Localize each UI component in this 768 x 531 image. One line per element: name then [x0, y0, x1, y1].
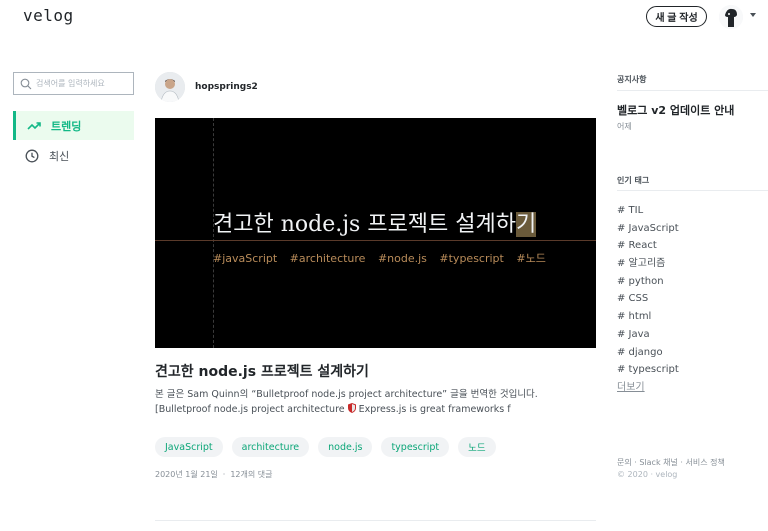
popular-tag[interactable]: # React — [617, 237, 679, 255]
post-comment-count: 12개의 댓글 — [230, 470, 273, 479]
thumbnail-tags: #javaScript #architecture #node.js #type… — [213, 250, 555, 266]
post-tags: JavaScript architecture node.js typescri… — [155, 437, 496, 457]
notice-heading: 공지사항 — [617, 75, 647, 84]
tag-chip[interactable]: typescript — [381, 437, 450, 457]
popular-tag[interactable]: # Java — [617, 326, 679, 344]
post-date: 2020년 1월 21일 — [155, 470, 218, 479]
search-icon — [20, 78, 32, 89]
velog-logo[interactable]: velog — [23, 6, 74, 25]
nav-trending[interactable]: 트렌딩 — [13, 111, 134, 140]
thumbnail-tag: #javaScript — [213, 252, 278, 265]
tag-chip[interactable]: 노드 — [458, 437, 496, 457]
tag-chip[interactable]: architecture — [231, 437, 310, 457]
shield-emoji-icon — [347, 403, 356, 413]
thumbnail-tag: #노드 — [516, 252, 546, 265]
meta-separator: · — [222, 470, 226, 479]
popular-tags-heading: 인기 태그 — [617, 176, 650, 185]
popular-tag[interactable]: # html — [617, 308, 679, 326]
more-tags-link[interactable]: 더보기 — [617, 378, 645, 393]
tag-chip[interactable]: JavaScript — [155, 437, 223, 457]
notice-divider — [617, 90, 768, 91]
clock-icon — [25, 149, 39, 162]
author-photo-icon — [155, 72, 185, 102]
popular-tag[interactable]: # CSS — [617, 290, 679, 308]
post-meta: 2020년 1월 21일 · 12개의 댓글 — [155, 469, 273, 480]
tag-chip[interactable]: node.js — [318, 437, 373, 457]
nav-recent[interactable]: 최신 — [13, 141, 134, 170]
thumbnail-tag: #architecture — [289, 252, 366, 265]
post-title[interactable]: 견고한 node.js 프로젝트 설계하기 — [155, 361, 369, 381]
popular-tags-list: # TIL # JavaScript # React # 알고리즘 # pyth… — [617, 202, 679, 379]
new-post-button[interactable]: 새 글 작성 — [646, 6, 707, 27]
footer-links[interactable]: 문의 · Slack 채널 · 서비스 정책 — [617, 457, 725, 468]
author-name[interactable]: hopsprings2 — [195, 82, 258, 92]
search-input[interactable] — [36, 79, 126, 88]
thumbnail-title-text: 견고한 node.js 프로젝트 설계하 — [213, 212, 517, 237]
post-thumbnail[interactable]: 견고한 node.js 프로젝트 설계하기 #javaScript #archi… — [155, 118, 596, 348]
avatar-menu-caret-icon[interactable] — [750, 13, 756, 17]
search-box[interactable] — [13, 72, 134, 95]
user-avatar-icon — [719, 5, 743, 29]
author-avatar[interactable] — [155, 72, 185, 102]
thumbnail-tag: #typescript — [439, 252, 504, 265]
footer-copyright: © 2020 · velog — [617, 470, 678, 479]
thumbnail-title: 견고한 node.js 프로젝트 설계하기 — [213, 206, 537, 238]
notice-title[interactable]: 벨로그 v2 업데이트 안내 — [617, 102, 734, 118]
post-divider — [155, 520, 596, 521]
popular-tag[interactable]: # JavaScript — [617, 220, 679, 238]
notice-date: 어제 — [617, 122, 632, 131]
user-avatar[interactable] — [719, 5, 743, 29]
popular-tag[interactable]: # TIL — [617, 202, 679, 220]
popular-tag[interactable]: # 알고리즘 — [617, 255, 679, 273]
post-description-text-end: Express.js is great frameworks f — [355, 404, 511, 415]
popular-tag[interactable]: # django — [617, 344, 679, 362]
trending-icon — [27, 121, 41, 130]
thumbnail-tag: #node.js — [377, 252, 427, 265]
post-description[interactable]: 본 글은 Sam Quinn의 “Bulletproof node.js pro… — [155, 387, 587, 417]
popular-tags-divider — [617, 190, 768, 191]
nav-recent-label: 최신 — [49, 149, 70, 163]
popular-tag[interactable]: # typescript — [617, 361, 679, 379]
nav-trending-label: 트렌딩 — [51, 119, 82, 133]
popular-tag[interactable]: # python — [617, 273, 679, 291]
thumbnail-title-cursor-char: 기 — [516, 212, 537, 237]
thumbnail-guide-horizontal — [155, 240, 596, 241]
